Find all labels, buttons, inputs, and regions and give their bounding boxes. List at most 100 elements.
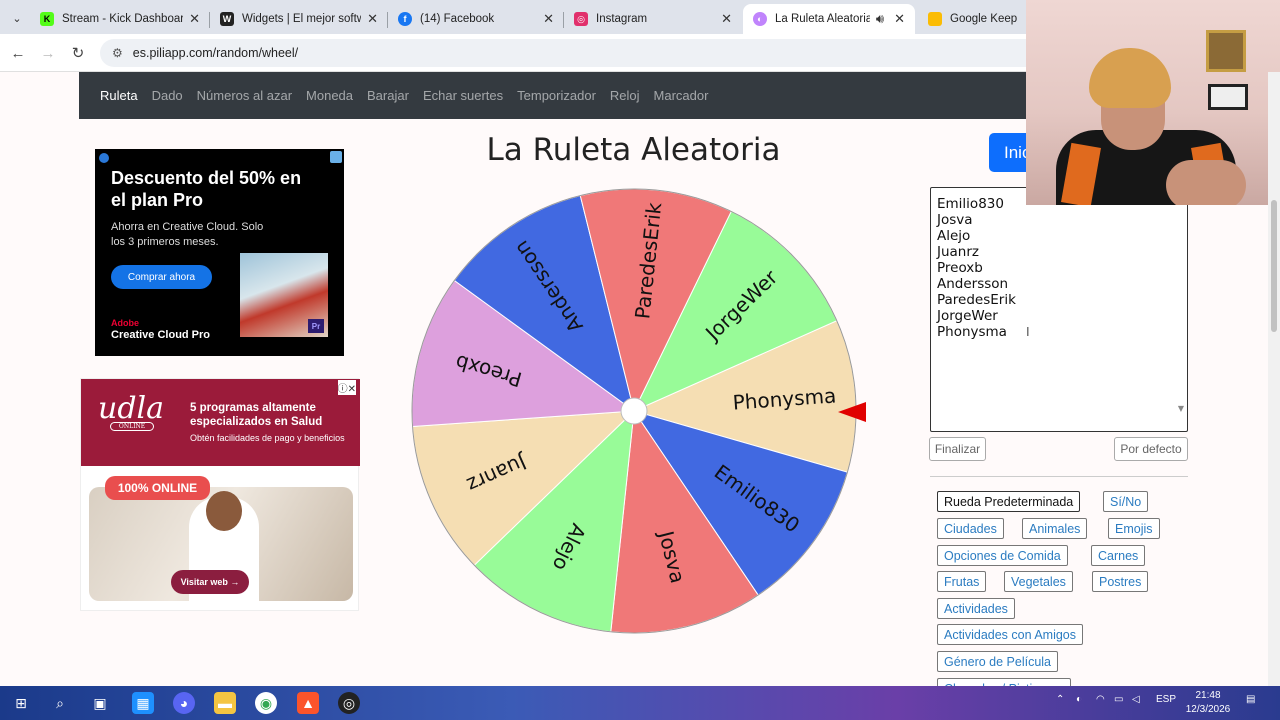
nav-temporizador[interactable]: Temporizador	[517, 88, 596, 103]
preset-fruits[interactable]: Frutas	[937, 571, 987, 592]
obs-icon[interactable]: ◎	[338, 692, 360, 714]
close-icon[interactable]: ✕	[721, 11, 732, 27]
clock-date: 12/3/2026	[1185, 704, 1231, 715]
nav-moneda[interactable]: Moneda	[306, 88, 353, 103]
wheel-icon: ◐	[753, 12, 767, 26]
name-line: Phonysma	[937, 324, 1007, 340]
divider	[930, 476, 1188, 477]
forward-icon[interactable]: →	[38, 43, 58, 63]
discord-icon[interactable]: ◕	[173, 692, 195, 714]
nav-barajar[interactable]: Barajar	[367, 88, 409, 103]
tab-title: Widgets | El mejor software	[242, 13, 362, 25]
preset-animals[interactable]: Animales	[1022, 518, 1088, 539]
spin-wheel[interactable]: PhonysmaEmilio830JosvaAlejoJuanrzPreoxbA…	[409, 186, 859, 636]
ad-udla[interactable]: udla ONLINE 5 programas altamente especia…	[80, 378, 360, 611]
tab-keep[interactable]: Google Keep	[918, 4, 1028, 34]
preset-movie-genre[interactable]: Género de Película	[937, 651, 1059, 672]
search-icon[interactable]: ⌕	[49, 692, 71, 714]
preset-activities-friends[interactable]: Actividades con Amigos	[937, 624, 1084, 645]
wheel-hub	[620, 397, 648, 425]
store-icon[interactable]: ▦	[132, 692, 154, 714]
volume-icon[interactable]: ◁	[1132, 694, 1140, 705]
tab-title: Google Keep	[950, 13, 1018, 25]
site-navbar: Ruleta Dado Números al azar Moneda Baraj…	[79, 72, 1129, 119]
speaker-icon[interactable]: 🔊︎	[876, 11, 884, 27]
nav-reloj[interactable]: Reloj	[610, 88, 640, 103]
close-icon[interactable]: ✕	[367, 11, 378, 27]
file-explorer-icon[interactable]: ▬	[214, 692, 236, 714]
name-line: Andersson	[937, 276, 1009, 292]
name-line: Josva	[937, 212, 973, 228]
brave-icon[interactable]: ▲	[297, 692, 319, 714]
tab-facebook[interactable]: f (14) Facebook ✕	[388, 4, 564, 34]
ad-product: Creative Cloud Pro	[111, 329, 211, 341]
tray-app-icon[interactable]: ◐	[1076, 694, 1082, 705]
preset-cities[interactable]: Ciudades	[937, 518, 1004, 539]
notification-icon[interactable]: ▤	[1246, 694, 1255, 705]
nav-marcador[interactable]: Marcador	[654, 88, 709, 103]
instagram-icon: ◎	[574, 12, 588, 26]
tray-chevron-icon[interactable]: ⌃	[1056, 694, 1064, 705]
preset-desserts[interactable]: Postres	[1092, 571, 1149, 592]
url-text: es.piliapp.com/random/wheel/	[132, 46, 299, 60]
facebook-icon: f	[398, 12, 412, 26]
ad-cta-button[interactable]: Visitar web →	[171, 570, 249, 594]
name-line: Juanrz	[937, 244, 980, 260]
webcam-overlay	[1026, 0, 1280, 205]
preset-vegetables[interactable]: Vegetales	[1004, 571, 1073, 592]
default-button[interactable]: Por defecto	[1114, 437, 1188, 461]
nav-numeros[interactable]: Números al azar	[197, 88, 292, 103]
ad-subtext: Ahorra en Creative Cloud. Solo los 3 pri…	[111, 221, 264, 248]
task-view-icon[interactable]: ▣	[89, 692, 111, 714]
finish-button[interactable]: Finalizar	[929, 437, 986, 461]
premiere-icon: Pr	[308, 319, 324, 333]
names-textarea[interactable]: Emilio830 Josva Alejo Juanrz Preoxb Ande…	[930, 187, 1188, 432]
ad-close-icon[interactable]: ⓘ✕	[337, 380, 356, 395]
taskbar: ⊞ ⌕ ▣ ▦ ◕ ▬ ◉ ▲ ◎ ⌃ ◐ ◠ ▭ ◁ ESP 21:48 12…	[0, 686, 1280, 720]
site-info-icon[interactable]: ⚙	[112, 46, 123, 60]
ad-badge: 100% ONLINE	[105, 476, 210, 500]
preset-emojis[interactable]: Emojis	[1108, 518, 1160, 539]
close-icon[interactable]: ✕	[894, 11, 905, 27]
ad-info-icon[interactable]	[330, 151, 342, 163]
page-title: La Ruleta Aleatoria	[486, 132, 781, 168]
preset-food[interactable]: Opciones de Comida	[937, 545, 1068, 566]
tab-title: Stream - Kick Dashboard	[62, 13, 184, 25]
ad-cta-button[interactable]: Comprar ahora	[111, 265, 212, 289]
tab-title: Instagram	[596, 13, 648, 25]
wall-picture	[1206, 30, 1246, 72]
windows-start-icon[interactable]: ⊞	[10, 692, 32, 714]
ad-brand-logo: udla ONLINE	[98, 391, 165, 431]
tab-ruleta[interactable]: ◐ La Ruleta Aleatoria 🔊︎ ✕	[743, 4, 915, 34]
preset-charades[interactable]: Charadas / Pictionary	[937, 678, 1071, 686]
tab-kick[interactable]: K Stream - Kick Dashboard ✕	[30, 4, 210, 34]
text-cursor-icon: I	[1026, 324, 1030, 339]
scrollbar-thumb[interactable]	[1271, 200, 1277, 332]
tab-instagram[interactable]: ◎ Instagram ✕	[564, 4, 742, 34]
page-scrollbar[interactable]	[1268, 72, 1280, 686]
wifi-icon[interactable]: ◠	[1096, 694, 1105, 705]
chrome-icon[interactable]: ◉	[255, 692, 277, 714]
preset-activities[interactable]: Actividades	[937, 598, 1015, 619]
nav-ruleta[interactable]: Ruleta	[100, 88, 138, 103]
preset-default-wheel[interactable]: Rueda Predeterminada	[937, 491, 1081, 512]
url-field[interactable]: ⚙ es.piliapp.com/random/wheel/	[100, 39, 1100, 67]
preset-meats[interactable]: Carnes	[1091, 545, 1146, 566]
preset-yes-no[interactable]: Sí/No	[1103, 491, 1149, 512]
tab-widgets[interactable]: W Widgets | El mejor software ✕	[210, 4, 388, 34]
resize-handle-icon[interactable]: ▼	[1178, 401, 1184, 417]
nav-echar-suertes[interactable]: Echar suertes	[423, 88, 503, 103]
ad-adobe[interactable]: Descuento del 50% en el plan Pro Ahorra …	[95, 149, 344, 356]
close-icon[interactable]: ✕	[189, 11, 200, 27]
back-icon[interactable]: ←	[8, 43, 28, 63]
language-indicator[interactable]: ESP	[1156, 694, 1176, 705]
ad-subtext: Obtén facilidades de pago y beneficios	[190, 433, 345, 443]
close-icon[interactable]: ✕	[543, 11, 554, 27]
tab-title: La Ruleta Aleatoria	[775, 13, 870, 25]
reload-icon[interactable]: ↻	[68, 43, 88, 63]
tab-search-button[interactable]: ⌄	[6, 7, 28, 29]
battery-icon[interactable]: ▭	[1114, 694, 1123, 705]
nav-dado[interactable]: Dado	[152, 88, 183, 103]
ad-headline: 5 programas altamente especializados en …	[190, 402, 323, 428]
clock[interactable]: 21:48 12/3/2026	[1180, 689, 1236, 717]
